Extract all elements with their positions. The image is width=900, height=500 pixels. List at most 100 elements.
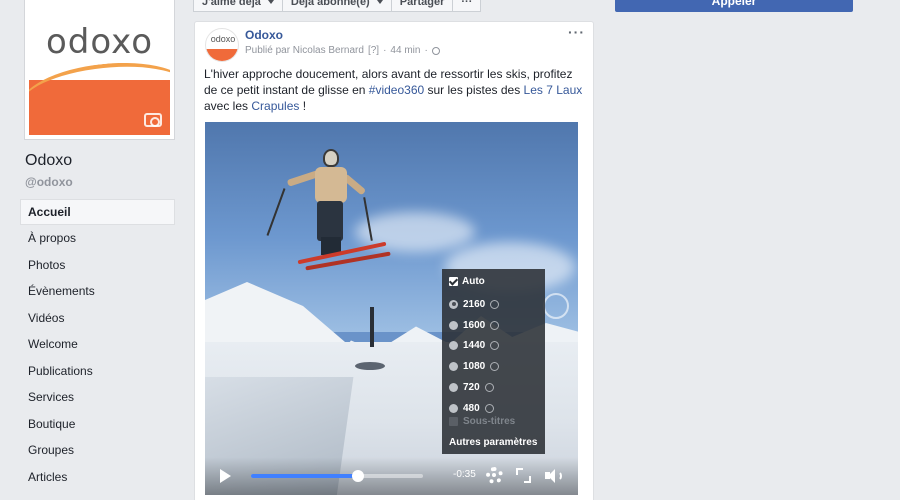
vr-icon: [490, 320, 500, 330]
follow-button[interactable]: Déjà abonné(e): [282, 0, 392, 12]
quality-options: 2160 1600 1440 1080 720 480: [449, 294, 500, 419]
radio-icon[interactable]: [449, 383, 458, 393]
info-marker[interactable]: [?]: [368, 45, 379, 56]
vr-icon: [490, 341, 500, 351]
post-text-part: avec les: [204, 99, 252, 113]
sidebar-item-services[interactable]: Services: [20, 384, 175, 411]
checkbox-icon[interactable]: [449, 277, 458, 286]
video-progress-fill: [251, 474, 358, 478]
page-name[interactable]: Odoxo: [25, 152, 72, 170]
vr-icon: [484, 403, 494, 413]
post-menu-icon[interactable]: ···: [568, 24, 585, 40]
like-button-label: J'aime déjà: [202, 0, 261, 8]
video-progress-bar[interactable]: [251, 470, 423, 482]
share-button-label: Partager: [399, 0, 445, 8]
subtitles-label: Sous-titres: [463, 416, 516, 427]
quality-option-1440[interactable]: 1440: [449, 336, 500, 357]
radio-icon[interactable]: [449, 403, 458, 413]
published-by: Publié par Nicolas Bernard: [245, 45, 364, 56]
sidebar-item-videos[interactable]: Vidéos: [20, 305, 175, 332]
checkbox-icon: [449, 417, 458, 426]
sidebar-item-accueil[interactable]: Accueil: [20, 199, 175, 225]
ski-pole: [363, 197, 373, 241]
post-card: odoxo Odoxo Publié par Nicolas Bernard […: [194, 21, 594, 500]
sidebar-item-evenements[interactable]: Évènements: [20, 278, 175, 305]
sidebar-item-boutique[interactable]: Boutique: [20, 411, 175, 438]
quality-auto-option[interactable]: Auto: [449, 276, 485, 287]
sidebar-item-photos[interactable]: Photos: [20, 252, 175, 279]
sidebar-item-articles[interactable]: Articles: [20, 464, 175, 491]
vr-icon: [484, 383, 494, 393]
skier: [266, 147, 395, 277]
quality-option-1600[interactable]: 1600: [449, 315, 500, 336]
play-icon[interactable]: [220, 469, 231, 483]
360-icon[interactable]: [543, 293, 569, 319]
meta-separator: ·: [424, 45, 428, 56]
place-link[interactable]: Les 7 Laux: [524, 83, 583, 97]
sidebar-item-groupes[interactable]: Groupes: [20, 437, 175, 464]
quality-label: 480: [463, 402, 480, 414]
profile-picture-image: odoxo: [29, 4, 170, 135]
meta-separator: ·: [383, 45, 387, 56]
radio-icon[interactable]: [449, 320, 458, 330]
sidebar-item-a-propos[interactable]: À propos: [20, 225, 175, 252]
radio-icon[interactable]: [449, 341, 458, 351]
vr-icon: [490, 299, 500, 309]
quality-auto-label: Auto: [462, 276, 485, 287]
quality-label: 2160: [463, 298, 486, 310]
radio-icon[interactable]: [449, 299, 458, 309]
avatar-orange-band: [206, 49, 238, 61]
call-button-label: Appeler: [711, 0, 757, 8]
crew-link[interactable]: Crapules: [251, 99, 299, 113]
gear-icon[interactable]: [486, 467, 503, 484]
hashtag-link[interactable]: #video360: [369, 83, 424, 97]
quality-label: 1600: [463, 319, 486, 331]
radio-icon[interactable]: [449, 362, 458, 372]
sidebar-item-publications[interactable]: Publications: [20, 358, 175, 385]
subtitles-option: Sous-titres: [449, 416, 515, 427]
more-settings-link[interactable]: Autres paramètres: [449, 437, 537, 448]
chevron-down-icon: [267, 0, 274, 4]
quality-label: 1440: [463, 340, 486, 352]
page-nav: Accueil À propos Photos Évènements Vidéo…: [20, 199, 175, 490]
page-sidebar: odoxo Odoxo @odoxo Accueil À propos Phot…: [0, 0, 184, 500]
more-options-button[interactable]: ···: [453, 0, 482, 12]
volume-wave: [554, 471, 562, 481]
skier-head: [323, 149, 339, 167]
post-message: L'hiver approche doucement, alors avant …: [204, 66, 584, 114]
globe-icon[interactable]: [431, 46, 440, 55]
post-author[interactable]: Odoxo: [245, 28, 283, 42]
post-timestamp[interactable]: 44 min: [390, 45, 420, 56]
more-icon: ···: [461, 0, 473, 8]
profile-picture[interactable]: odoxo: [24, 0, 175, 140]
video-player[interactable]: Auto 2160 1600 1440 1080 720 480 Sous-ti…: [205, 122, 578, 495]
skier-legs: [317, 201, 343, 241]
page-action-bar: J'aime déjà Déjà abonné(e) Partager ···: [193, 0, 482, 12]
video-time-remaining: -0:35: [453, 469, 476, 480]
sidebar-item-welcome[interactable]: Welcome: [20, 331, 175, 358]
like-button[interactable]: J'aime déjà: [193, 0, 283, 12]
post-meta: Publié par Nicolas Bernard [?] · 44 min …: [245, 45, 440, 56]
share-button[interactable]: Partager: [391, 0, 454, 12]
author-avatar[interactable]: odoxo: [205, 28, 239, 62]
quality-option-1080[interactable]: 1080: [449, 356, 500, 377]
volume-icon[interactable]: [545, 468, 563, 484]
quality-menu: Auto 2160 1600 1440 1080 720 480 Sous-ti…: [442, 269, 545, 454]
skier-torso: [315, 167, 347, 203]
camera-icon[interactable]: [144, 113, 162, 127]
fullscreen-icon[interactable]: [516, 468, 531, 483]
quality-option-720[interactable]: 720: [449, 377, 499, 398]
video-scrubber-handle[interactable]: [351, 470, 364, 482]
chevron-down-icon: [376, 0, 383, 4]
follow-button-label: Déjà abonné(e): [290, 0, 370, 8]
vr-icon: [490, 362, 500, 372]
call-button[interactable]: Appeler: [615, 0, 853, 12]
quality-option-2160[interactable]: 2160: [449, 294, 500, 315]
quality-label: 720: [463, 382, 480, 394]
quality-label: 1080: [463, 361, 486, 373]
skier-shadow: [355, 362, 385, 370]
page-handle: @odoxo: [25, 175, 73, 189]
post-text-part: sur les pistes des: [424, 83, 524, 97]
avatar-logo-text: odoxo: [210, 34, 236, 44]
video-controls: -0:35: [205, 457, 578, 495]
